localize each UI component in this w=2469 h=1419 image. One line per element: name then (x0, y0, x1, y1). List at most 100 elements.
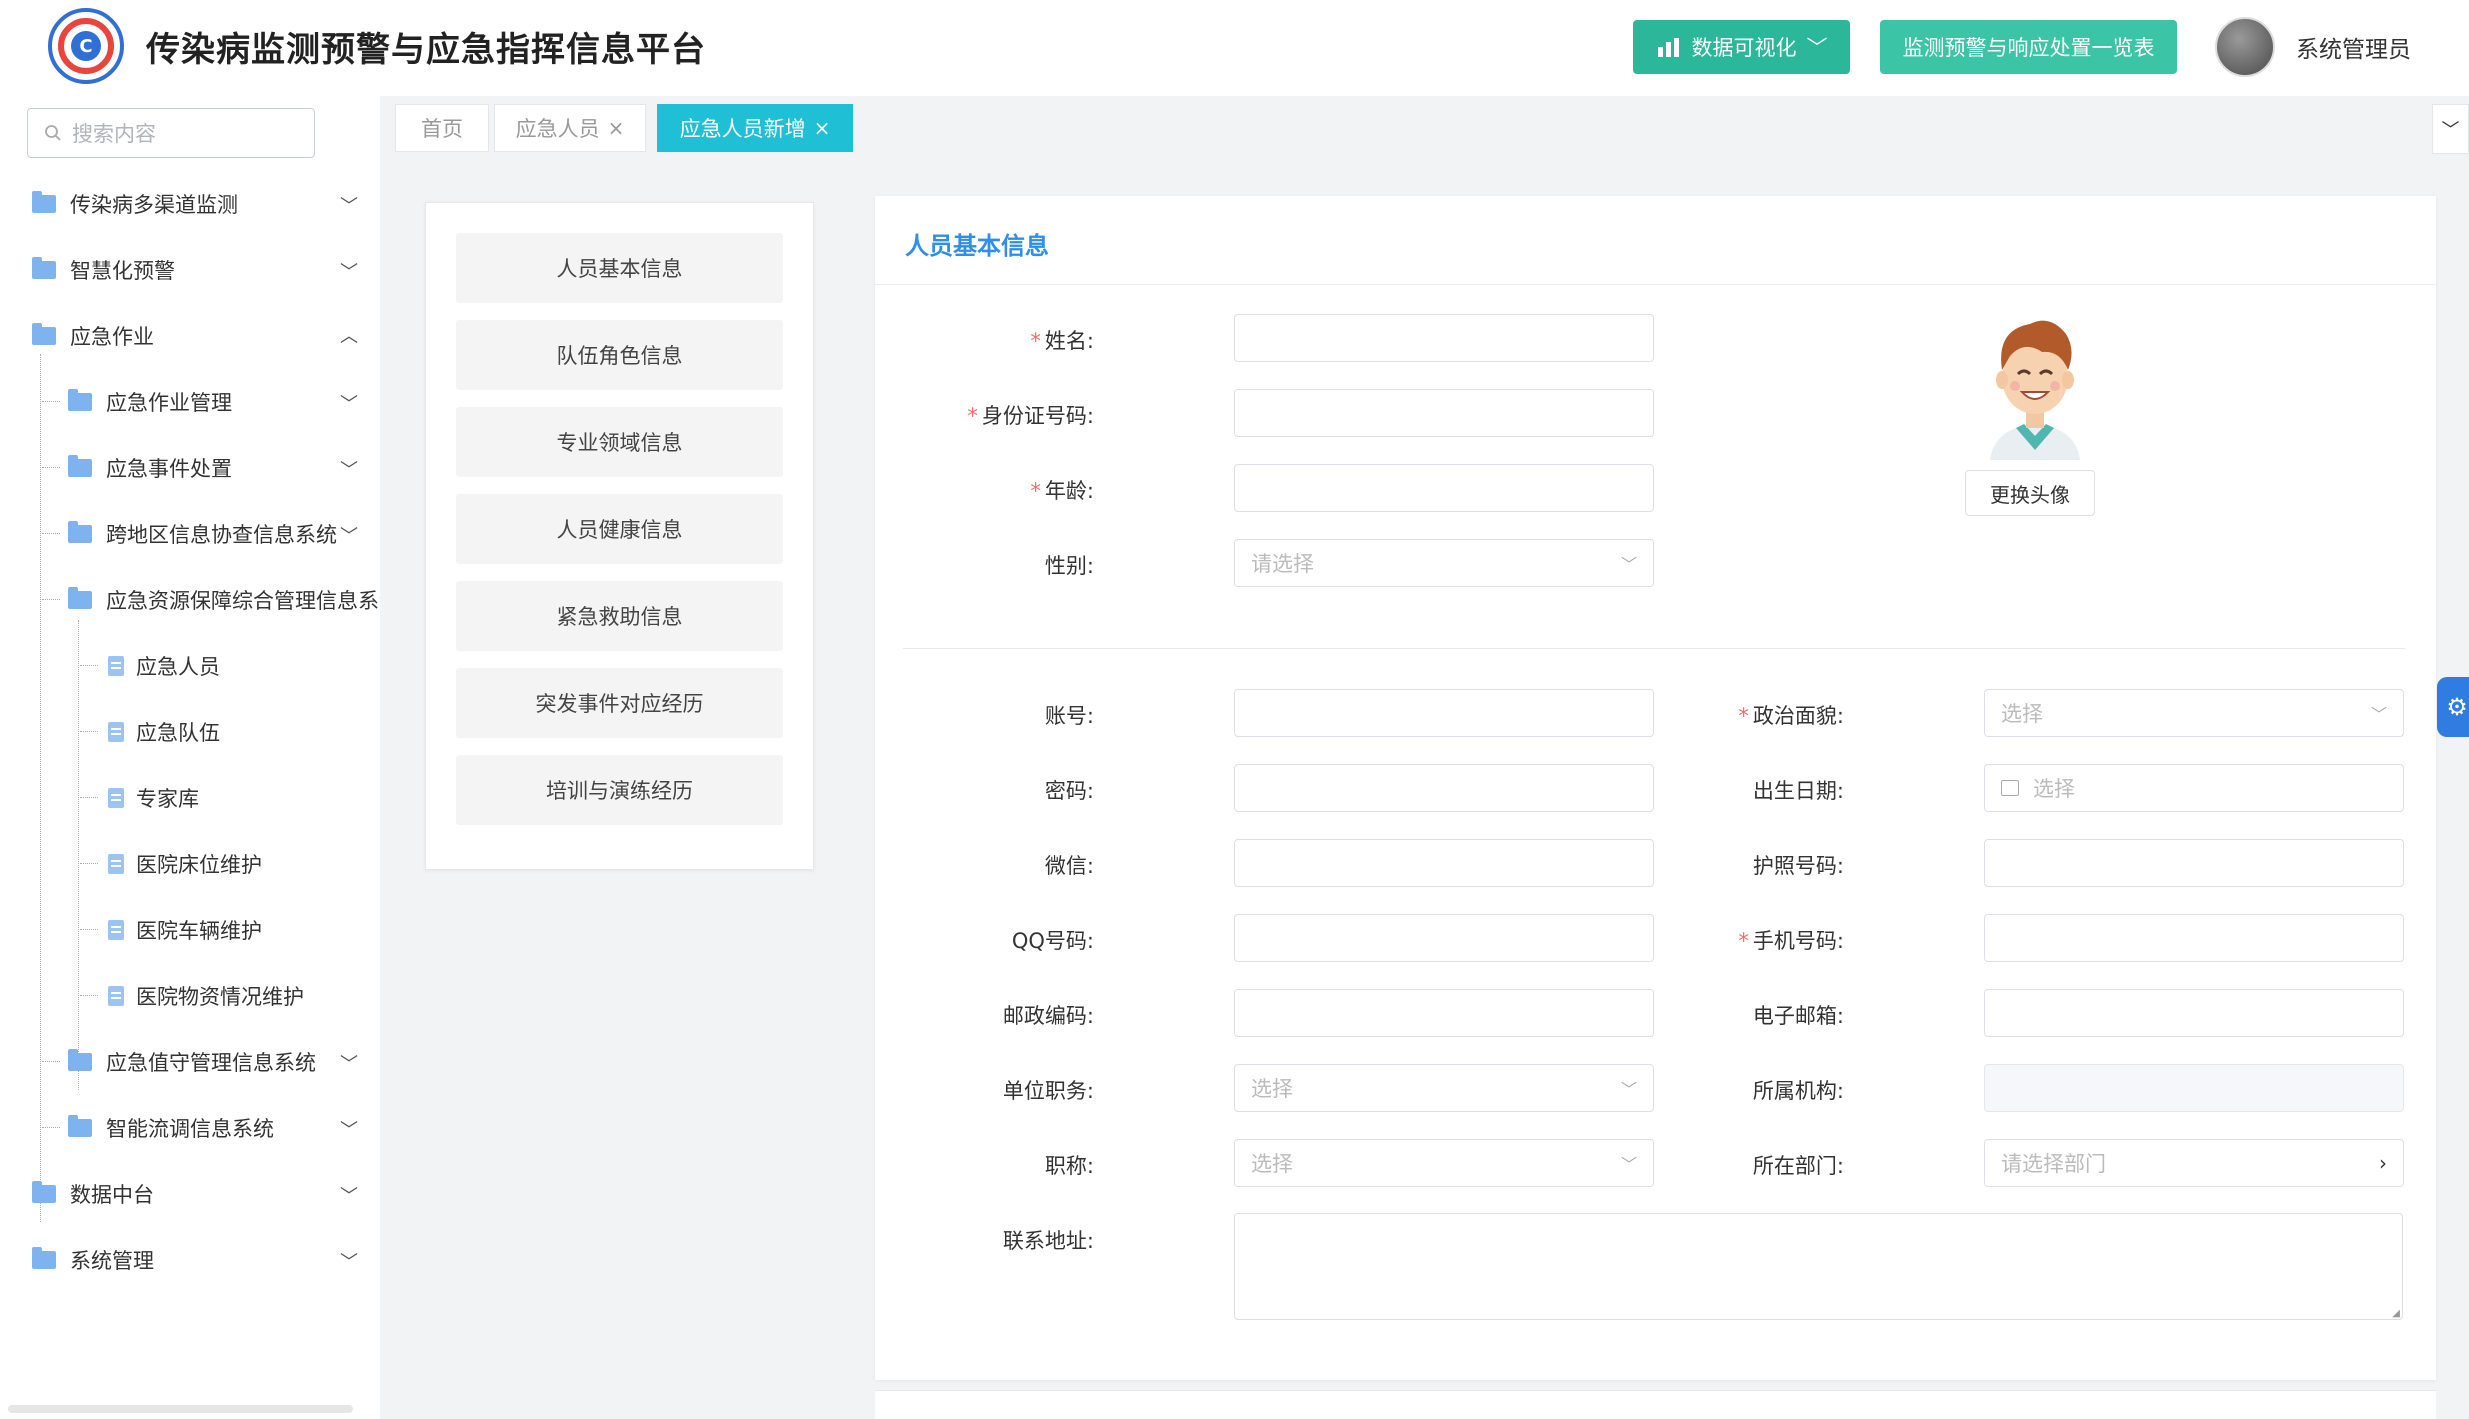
close-icon[interactable]: × (814, 116, 831, 140)
sidebar-item-epidemiological-survey[interactable]: 智能流调信息系统 (68, 1108, 274, 1148)
sidebar-item-data-platform[interactable]: 数据中台 (32, 1174, 154, 1214)
postcode-input[interactable] (1234, 989, 1654, 1037)
chevron-down-icon: ﹀ (2370, 705, 2387, 724)
section-nav-training-experience[interactable]: 培训与演练经历 (456, 755, 783, 825)
sidebar-item-label: 应急人员 (136, 655, 220, 679)
birth-date-picker[interactable]: 选择 (1984, 764, 2404, 812)
tab-label: 首页 (421, 117, 463, 141)
section-nav-emergency-rescue[interactable]: 紧急救助信息 (456, 581, 783, 651)
data-visualization-button[interactable]: 数据可视化 ﹀ (1633, 20, 1850, 74)
sidebar-item-emergency-ops[interactable]: 应急作业 (32, 316, 154, 356)
tree-connector (80, 995, 98, 996)
department-label: 所在部门: (1752, 1154, 1844, 1178)
professional-title-select[interactable]: 选择 ﹀ (1234, 1139, 1654, 1187)
avatar[interactable] (2215, 17, 2275, 77)
section-nav-basic-info[interactable]: 人员基本信息 (456, 233, 783, 303)
section-nav-health-info[interactable]: 人员健康信息 (456, 494, 783, 564)
folder-icon (32, 191, 56, 213)
age-input[interactable] (1234, 464, 1654, 512)
change-avatar-button[interactable]: 更换头像 (1965, 470, 2095, 516)
qq-input[interactable] (1234, 914, 1654, 962)
sidebar-item-emergency-personnel[interactable]: 应急人员 (108, 646, 220, 686)
sidebar-item-cross-region[interactable]: 跨地区信息协查信息系统 (68, 514, 337, 554)
gender-select[interactable]: 请选择 ﹀ (1234, 539, 1654, 587)
sidebar-item-multichannel-monitoring[interactable]: 传染病多渠道监测 (32, 184, 238, 224)
chevron-down-icon[interactable]: ﹀ (340, 1248, 358, 1274)
folder-icon (68, 455, 92, 477)
section-nav-professional-field[interactable]: 专业领域信息 (456, 407, 783, 477)
sidebar-item-smart-warning[interactable]: 智慧化预警 (32, 250, 175, 290)
chevron-down-icon[interactable]: ﹀ (340, 1182, 358, 1208)
chevron-down-icon[interactable]: ﹀ (340, 522, 358, 548)
chevron-down-icon[interactable]: ﹀ (340, 390, 358, 416)
tree-connector (42, 1061, 60, 1062)
gender-label: 性别: (1044, 554, 1094, 578)
department-select[interactable]: 请选择部门 › (1984, 1139, 2404, 1187)
section-nav-incident-experience[interactable]: 突发事件对应经历 (456, 668, 783, 738)
account-label: 账号: (1044, 704, 1094, 728)
position-label: 单位职务: (1002, 1079, 1094, 1103)
sidebar-item-expert-library[interactable]: 专家库 (108, 778, 199, 818)
idcard-input[interactable] (1234, 389, 1654, 437)
card-title: 人员基本信息 (905, 232, 1049, 260)
chevron-down-icon[interactable]: ﹀ (340, 258, 358, 284)
account-input[interactable] (1234, 689, 1654, 737)
chevron-up-icon[interactable]: ︿ (340, 322, 358, 348)
tree-connector (42, 401, 60, 402)
name-label: * 姓名: (1030, 329, 1094, 353)
politics-select[interactable]: 选择 ﹀ (1984, 689, 2404, 737)
tab-bar: 首页 应急人员 × 应急人员新增 × (380, 96, 2469, 162)
chevron-down-icon[interactable]: ﹀ (340, 192, 358, 218)
sidebar-item-label: 应急值守管理信息系统 (106, 1051, 316, 1075)
tree-connector (80, 863, 98, 864)
folder-icon (68, 389, 92, 411)
sidebar-item-duty-management[interactable]: 应急值守管理信息系统 (68, 1042, 316, 1082)
name-input[interactable] (1234, 314, 1654, 362)
tab-emergency-personnel[interactable]: 应急人员 × (494, 104, 646, 152)
tab-label: 应急人员新增 (679, 117, 806, 141)
sidebar-item-emergency-team[interactable]: 应急队伍 (108, 712, 220, 752)
tree-connector (40, 354, 41, 1222)
tree-connector (80, 731, 98, 732)
sidebar-item-resource-management[interactable]: 应急资源保障综合管理信息系统 (68, 580, 380, 620)
tree-connector (80, 929, 98, 930)
section-nav-team-role[interactable]: 队伍角色信息 (456, 320, 783, 390)
wechat-input[interactable] (1234, 839, 1654, 887)
chevron-down-icon[interactable]: ﹀ (340, 1050, 358, 1076)
tab-label: 应急人员 (515, 117, 600, 141)
tree-connector (42, 599, 60, 600)
email-input[interactable] (1984, 989, 2404, 1037)
tabs-dropdown-button[interactable]: ﹀ (2432, 104, 2469, 154)
sidebar-item-hospital-beds[interactable]: 医院床位维护 (108, 844, 262, 884)
close-icon[interactable]: × (608, 116, 625, 140)
address-textarea[interactable] (1234, 1213, 2403, 1320)
passport-input[interactable] (1984, 839, 2404, 887)
qq-label: QQ号码: (1011, 929, 1094, 953)
address-label: 联系地址: (1002, 1229, 1094, 1253)
settings-gear-icon[interactable]: ⚙ (2437, 677, 2469, 737)
position-placeholder: 选择 (1251, 1077, 1293, 1101)
folder-open-icon (32, 323, 56, 345)
sidebar-item-hospital-vehicles[interactable]: 医院车辆维护 (108, 910, 262, 950)
phone-input[interactable] (1984, 914, 2404, 962)
tree-connector (42, 467, 60, 468)
chevron-down-icon[interactable]: ﹀ (340, 1116, 358, 1142)
sidebar-item-hospital-supplies[interactable]: 医院物资情况维护 (108, 976, 304, 1016)
chevron-down-icon[interactable]: ﹀ (340, 456, 358, 482)
search-input[interactable]: 搜索内容 (27, 108, 315, 158)
password-input[interactable] (1234, 764, 1654, 812)
tab-home[interactable]: 首页 (395, 104, 489, 152)
organization-label: 所属机构: (1752, 1079, 1844, 1103)
monitoring-overview-button[interactable]: 监测预警与响应处置一览表 (1880, 20, 2177, 74)
tree-connector (80, 665, 98, 666)
passport-label: 护照号码: (1752, 854, 1844, 878)
user-name[interactable]: 系统管理员 (2296, 30, 2411, 64)
sidebar-item-ops-management[interactable]: 应急作业管理 (68, 382, 232, 422)
tree-connector (78, 620, 79, 1090)
sidebar-item-system-management[interactable]: 系统管理 (32, 1240, 154, 1280)
sidebar-item-label: 医院车辆维护 (136, 919, 262, 943)
tab-emergency-personnel-add[interactable]: 应急人员新增 × (657, 104, 853, 152)
sidebar-item-event-handling[interactable]: 应急事件处置 (68, 448, 232, 488)
position-select[interactable]: 选择 ﹀ (1234, 1064, 1654, 1112)
sidebar-scrollbar[interactable] (8, 1405, 353, 1413)
